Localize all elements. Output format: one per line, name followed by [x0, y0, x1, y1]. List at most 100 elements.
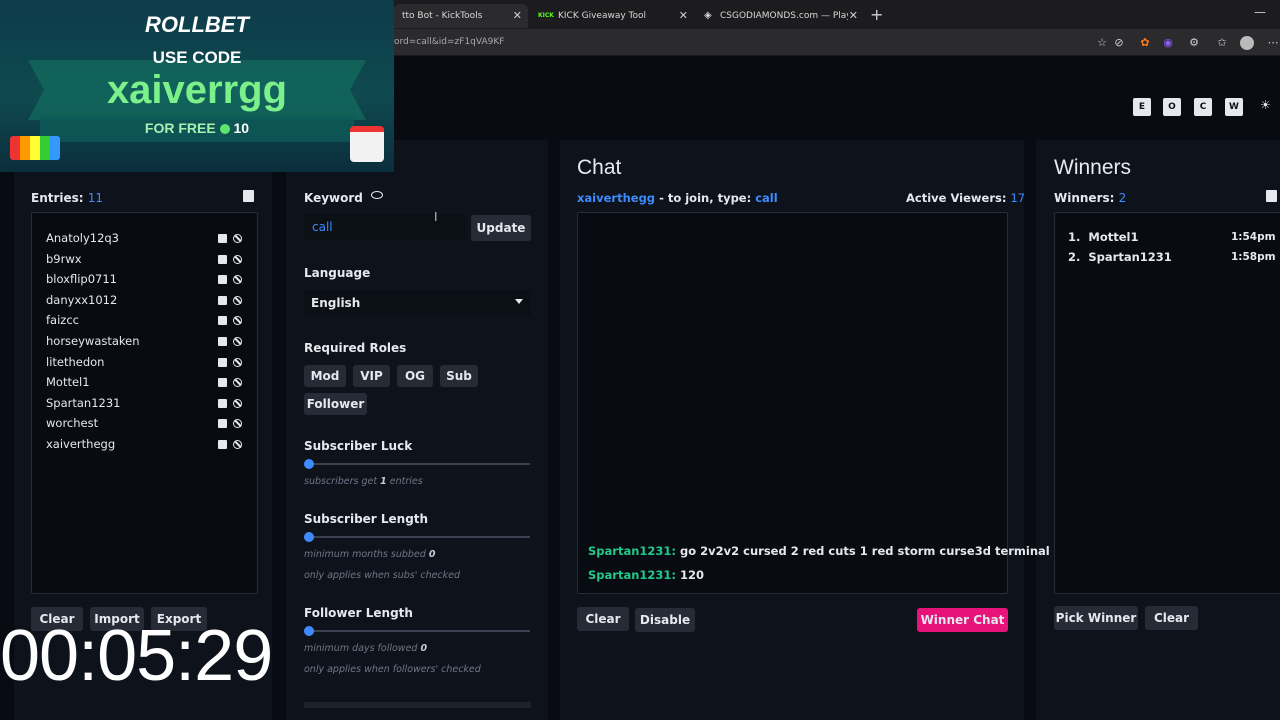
subscriber-length-label: Subscriber Length: [304, 512, 429, 526]
close-icon[interactable]: ✕: [679, 9, 688, 22]
winners-clear-button[interactable]: Clear: [1145, 606, 1198, 630]
ban-icon[interactable]: [233, 254, 242, 264]
close-icon[interactable]: ✕: [513, 9, 522, 22]
remove-entry-icon[interactable]: [218, 275, 227, 285]
tab-csgodiamonds[interactable]: ◈ CSGODIAMONDS.com — Play CS: ✕: [696, 4, 864, 28]
chat-join-info: xaiverthegg - to join, type: call: [577, 191, 778, 205]
chicken-icon: [350, 126, 384, 162]
favorites-icon[interactable]: ✩: [1215, 36, 1229, 50]
keyword-value: call: [312, 220, 333, 234]
entry-name: faizcc: [46, 313, 79, 328]
puzzle-icon[interactable]: ⚙: [1187, 36, 1201, 50]
chat-disable-button[interactable]: Disable: [635, 608, 695, 632]
ban-icon[interactable]: [233, 234, 242, 243]
remove-entry-icon[interactable]: [218, 419, 227, 429]
ban-icon[interactable]: [233, 357, 242, 367]
remove-entry-icon[interactable]: [218, 440, 227, 449]
copy-icon[interactable]: [1266, 190, 1277, 202]
role-sub-button[interactable]: Sub: [440, 365, 478, 387]
remove-entry-icon[interactable]: [218, 316, 227, 326]
winner-time: 1:58pm: [1231, 251, 1276, 263]
winners-count: 2: [1118, 191, 1127, 205]
role-mod-button[interactable]: Mod: [304, 365, 346, 387]
ban-icon[interactable]: [233, 295, 242, 305]
stream-timer: 00:05:29: [0, 616, 273, 696]
extension-purple-icon[interactable]: ◉: [1161, 36, 1175, 50]
coin-icon: [219, 124, 230, 135]
tab-kicktools[interactable]: tto Bot - KickTools ✕: [394, 4, 528, 28]
remove-entry-icon[interactable]: [218, 398, 227, 408]
subscriber-length-hint: minimum months subbed 0: [304, 549, 436, 560]
keyword-input[interactable]: call: [304, 214, 466, 240]
follower-length-hint: minimum days followed 0: [304, 643, 428, 654]
follower-length-note: only applies when followers' checked: [304, 664, 481, 675]
entry-name: b9rwx: [46, 251, 82, 266]
tab-label: CSGODIAMONDS.com — Play CS:: [720, 11, 848, 21]
winner-chat-button[interactable]: Winner Chat: [917, 608, 1008, 632]
language-select[interactable]: English: [304, 290, 531, 316]
pick-winner-button[interactable]: Pick Winner: [1054, 606, 1138, 630]
winner-time: 1:54pm: [1231, 231, 1276, 243]
close-icon[interactable]: ✕: [849, 9, 858, 22]
entry-name: litethedon: [46, 354, 105, 369]
remove-entry-icon[interactable]: [218, 234, 227, 243]
theme-button-c[interactable]: C: [1194, 98, 1212, 116]
ban-icon[interactable]: [233, 440, 242, 449]
active-viewers: Active Viewers: 17: [906, 191, 1026, 205]
tab-label: KICK Giveaway Tool: [558, 11, 647, 21]
copy-icon[interactable]: [243, 190, 254, 202]
viewers-count: 17: [1010, 191, 1026, 205]
theme-button-w[interactable]: W: [1225, 98, 1243, 116]
sun-icon[interactable]: ☀: [1260, 98, 1271, 112]
ban-icon[interactable]: [233, 337, 242, 346]
chat-clear-button[interactable]: Clear: [577, 607, 629, 631]
remove-entry-icon[interactable]: [218, 337, 227, 346]
chat-log[interactable]: [577, 212, 1008, 594]
entry-name: horseywastaken: [46, 334, 140, 348]
promo-code: xaiverrgg: [106, 68, 288, 112]
camera-off-icon[interactable]: ⊘: [1112, 36, 1126, 50]
url-field[interactable]: ord=call&id=zF1qVA9KF: [394, 37, 504, 47]
remove-entry-icon[interactable]: [218, 378, 227, 388]
chat-channel: xaiverthegg: [577, 191, 656, 205]
role-og-button[interactable]: OG: [397, 365, 433, 387]
role-follower-button[interactable]: Follower: [304, 393, 367, 415]
ban-icon[interactable]: [233, 378, 242, 388]
update-button[interactable]: Update: [471, 215, 531, 241]
winners-title: Winners: [1054, 156, 1132, 179]
keyword-label: Keyword: [304, 191, 363, 205]
entry-name: bloxflip0711: [46, 272, 117, 287]
tab-label: tto Bot - KickTools: [402, 11, 483, 21]
subscriber-length-note: only applies when subs' checked: [304, 570, 461, 581]
chat-title: Chat: [577, 156, 622, 179]
eye-icon[interactable]: [371, 191, 383, 199]
winners-list[interactable]: [1054, 212, 1280, 594]
minimize-icon[interactable]: —: [1254, 5, 1266, 19]
subscriber-luck-knob[interactable]: [304, 459, 314, 469]
star-icon[interactable]: ☆: [1095, 36, 1109, 50]
tab-kick-giveaway[interactable]: KICK KICK Giveaway Tool ✕: [530, 4, 694, 28]
remove-entry-icon[interactable]: [218, 254, 227, 264]
remove-entry-icon[interactable]: [218, 357, 227, 367]
chat-message: Spartan1231: 120: [588, 568, 705, 582]
theme-button-e[interactable]: E: [1133, 98, 1151, 116]
new-tab-icon[interactable]: +: [870, 5, 883, 24]
subscriber-luck-slider[interactable]: [304, 463, 530, 465]
chat-message: Spartan1231: go 2v2v2 cursed 2 red cuts …: [588, 544, 1050, 558]
remove-entry-icon[interactable]: [218, 295, 227, 305]
follower-length-knob[interactable]: [304, 626, 314, 636]
entry-name: Anatoly12q3: [46, 231, 119, 245]
role-vip-button[interactable]: VIP: [353, 365, 390, 387]
ban-icon[interactable]: [233, 398, 242, 408]
entries-title-partial: [31, 156, 91, 172]
subscriber-length-knob[interactable]: [304, 532, 314, 542]
menu-icon[interactable]: ⋯: [1266, 36, 1280, 50]
follower-length-slider[interactable]: [304, 630, 530, 632]
subscriber-length-slider[interactable]: [304, 536, 530, 538]
ban-icon[interactable]: [233, 275, 242, 285]
extension-orange-icon[interactable]: ✿: [1138, 36, 1152, 50]
profile-avatar[interactable]: [1240, 36, 1254, 50]
winner-row: 1. Mottel1: [1068, 230, 1139, 244]
theme-button-o[interactable]: O: [1163, 98, 1181, 116]
winners-label: Winners: 2: [1054, 191, 1127, 205]
